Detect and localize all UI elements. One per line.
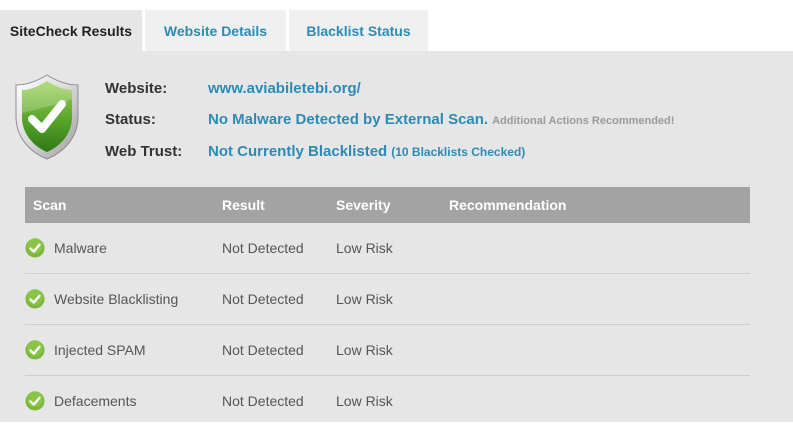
status-label: Status: (105, 110, 156, 128)
scan-name: Malware (54, 240, 107, 256)
severity-cell: Low Risk (336, 393, 393, 409)
scan-name: Website Blacklisting (54, 291, 179, 307)
table-row: Defacements Not Detected Low Risk (25, 376, 750, 427)
header-recommendation: Recommendation (449, 197, 567, 213)
scan-cell: Injected SPAM (25, 325, 146, 375)
status-note: Additional Actions Recommended! (492, 114, 675, 127)
severity-cell: Low Risk (336, 291, 393, 307)
severity-cell: Low Risk (336, 240, 393, 256)
tab-blacklist-status[interactable]: Blacklist Status (289, 10, 428, 51)
result-cell: Not Detected (222, 240, 304, 256)
tab-website-details[interactable]: Website Details (145, 10, 286, 51)
website-label: Website: (105, 79, 168, 97)
tab-sitecheck-results[interactable]: SiteCheck Results (0, 10, 142, 51)
result-cell: Not Detected (222, 291, 304, 307)
result-cell: Not Detected (222, 393, 304, 409)
scan-cell: Website Blacklisting (25, 274, 178, 324)
table-row: Injected SPAM Not Detected Low Risk (25, 325, 750, 376)
web-trust-value: Not Currently Blacklisted (208, 142, 388, 160)
scan-cell: Defacements (25, 376, 136, 426)
status-value: No Malware Detected by External Scan. (208, 110, 489, 128)
scan-name: Injected SPAM (54, 342, 146, 358)
web-trust-label: Web Trust: (105, 142, 183, 160)
header-severity: Severity (336, 197, 391, 213)
header-scan: Scan (33, 197, 67, 213)
check-circle-icon (25, 238, 45, 258)
tab-bar: SiteCheck Results Website Details Blackl… (0, 10, 431, 51)
table-row: Website Blacklisting Not Detected Low Ri… (25, 274, 750, 325)
table-row: Malware Not Detected Low Risk (25, 223, 750, 274)
check-circle-icon (25, 391, 45, 411)
check-circle-icon (25, 289, 45, 309)
scan-name: Defacements (54, 393, 137, 409)
header-result: Result (222, 197, 265, 213)
shield-check-icon (15, 74, 79, 160)
web-trust-note: (10 Blacklists Checked) (391, 144, 526, 159)
scan-cell: Malware (25, 223, 107, 273)
table-header: Scan Result Severity Recommendation (25, 187, 750, 223)
results-panel: Website: www.aviabiletebi.org/ Status: N… (0, 51, 793, 422)
check-circle-icon (25, 340, 45, 360)
result-cell: Not Detected (222, 342, 304, 358)
scan-results-table: Scan Result Severity Recommendation Malw… (25, 187, 750, 427)
severity-cell: Low Risk (336, 342, 393, 358)
website-link[interactable]: www.aviabiletebi.org/ (208, 80, 361, 97)
